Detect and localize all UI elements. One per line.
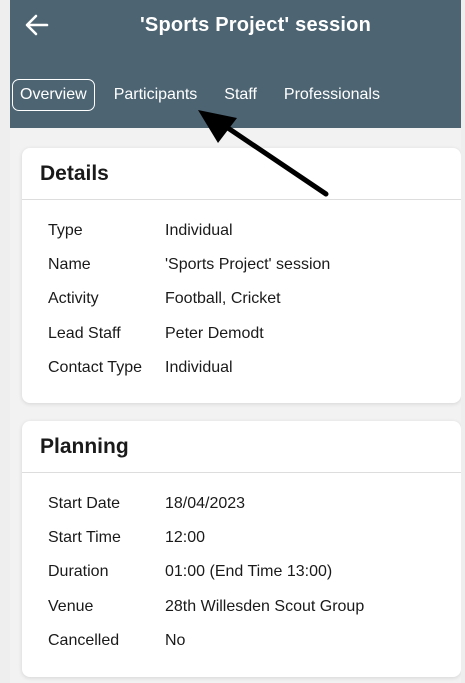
planning-label: Cancelled [48,631,120,649]
planning-row-start-date: Start Date 18/04/2023 [22,487,461,521]
detail-row-activity: Activity Football, Cricket [22,282,461,316]
header-bar: 'Sports Project' session Overview Partic… [10,0,461,128]
tab-staff[interactable]: Staff [216,79,265,111]
detail-value: Peter Demodt [165,324,264,342]
planning-row-cancelled: Cancelled No [22,624,461,658]
detail-row-name: Name 'Sports Project' session [22,248,461,282]
back-button[interactable] [22,12,52,42]
planning-row-venue: Venue 28th Willesden Scout Group [22,590,461,624]
arrow-left-icon [25,14,49,41]
planning-value: 28th Willesden Scout Group [165,597,365,615]
detail-label: Contact Type [48,358,142,376]
page-title: 'Sports Project' session [139,14,372,36]
tab-overview[interactable]: Overview [12,79,95,111]
planning-card: Planning Start Date 18/04/2023 Start Tim… [22,421,461,677]
detail-label: Activity [48,290,99,308]
planning-row-duration: Duration 01:00 (End Time 13:00) [22,555,461,589]
detail-value: Football, Cricket [165,290,281,308]
planning-label: Duration [48,563,109,581]
detail-label: Lead Staff [48,324,121,342]
detail-label: Name [48,256,91,274]
planning-value: 18/04/2023 [165,495,246,513]
detail-value: Individual [165,222,233,240]
tab-bar: Overview Participants Staff Professional… [12,78,399,112]
detail-row-contact-type: Contact Type Individual [22,351,461,385]
planning-row-start-time: Start Time 12:00 [22,521,461,555]
detail-label: Type [48,222,83,240]
planning-value: No [165,631,186,649]
planning-value: 01:00 (End Time 13:00) [165,563,333,581]
details-card: Details Type Individual Name 'Sports Pro… [22,148,461,403]
detail-value: 'Sports Project' session [165,256,331,274]
planning-value: 12:00 [165,529,206,547]
planning-label: Venue [48,597,94,615]
planning-title: Planning [22,421,461,473]
tab-professionals[interactable]: Professionals [276,79,388,111]
tab-participants[interactable]: Participants [106,79,206,111]
details-title: Details [22,148,461,200]
app-screen: 'Sports Project' session Overview Partic… [10,0,461,683]
detail-value: Individual [165,358,233,376]
detail-row-lead-staff: Lead Staff Peter Demodt [22,317,461,351]
detail-row-type: Type Individual [22,214,461,248]
planning-label: Start Time [48,529,121,547]
planning-label: Start Date [48,495,121,513]
